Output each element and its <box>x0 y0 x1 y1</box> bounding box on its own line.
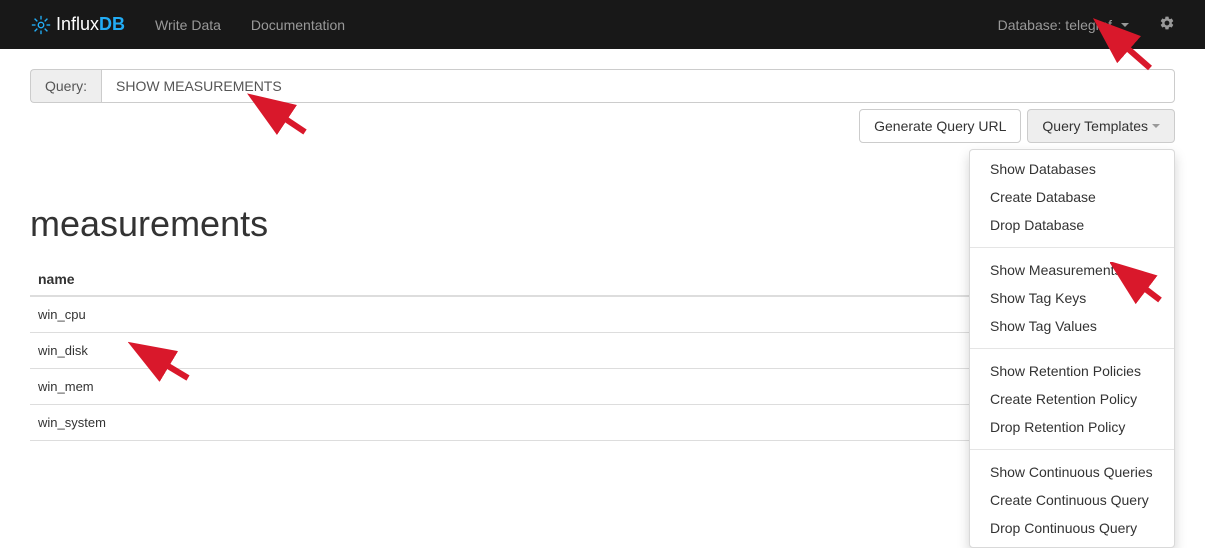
nav-link-write-data[interactable]: Write Data <box>140 2 236 48</box>
query-label: Query: <box>30 69 101 103</box>
main-container: Query: Generate Query URL Query Template… <box>0 49 1205 461</box>
query-templates-label: Query Templates <box>1042 118 1148 134</box>
caret-down-icon <box>1152 124 1160 128</box>
dropdown-item-show-cq[interactable]: Show Continuous Queries <box>970 458 1174 486</box>
caret-down-icon <box>1121 23 1129 27</box>
settings-gear-button[interactable] <box>1144 0 1190 49</box>
dropdown-divider <box>970 348 1174 349</box>
query-buttons: Generate Query URL Query Templates <box>30 109 1175 143</box>
query-bar: Query: <box>30 69 1175 103</box>
nav-right: Database: telegraf <box>983 0 1190 49</box>
dropdown-item-show-tag-keys[interactable]: Show Tag Keys <box>970 284 1174 312</box>
brand-text-influx: Influx <box>56 14 99 35</box>
dropdown-item-show-tag-values[interactable]: Show Tag Values <box>970 312 1174 340</box>
dropdown-item-create-database[interactable]: Create Database <box>970 183 1174 211</box>
nav-links: Write Data Documentation <box>140 2 360 48</box>
dropdown-item-drop-database[interactable]: Drop Database <box>970 211 1174 239</box>
dropdown-divider <box>970 247 1174 248</box>
nav-link-documentation[interactable]: Documentation <box>236 2 360 48</box>
database-selector[interactable]: Database: telegraf <box>983 2 1144 48</box>
database-label: Database: telegraf <box>998 17 1112 33</box>
query-templates-button[interactable]: Query Templates <box>1027 109 1175 143</box>
dropdown-item-create-cq[interactable]: Create Continuous Query <box>970 486 1174 514</box>
brand-text-db: DB <box>99 14 125 35</box>
top-navbar: InfluxDB Write Data Documentation Databa… <box>0 0 1205 49</box>
dropdown-item-create-retention[interactable]: Create Retention Policy <box>970 385 1174 413</box>
dropdown-item-show-databases[interactable]: Show Databases <box>970 155 1174 183</box>
dropdown-item-show-measurements[interactable]: Show Measurements <box>970 256 1174 284</box>
query-input[interactable] <box>101 69 1175 103</box>
dropdown-item-drop-retention[interactable]: Drop Retention Policy <box>970 413 1174 441</box>
brand-logo[interactable]: InfluxDB <box>15 0 140 49</box>
query-templates-dropdown: Show Databases Create Database Drop Data… <box>969 149 1175 548</box>
influx-logo-icon <box>30 14 52 36</box>
dropdown-item-drop-cq[interactable]: Drop Continuous Query <box>970 514 1174 542</box>
gear-icon <box>1159 15 1175 31</box>
generate-query-url-button[interactable]: Generate Query URL <box>859 109 1021 143</box>
dropdown-item-show-retention[interactable]: Show Retention Policies <box>970 357 1174 385</box>
dropdown-divider <box>970 449 1174 450</box>
